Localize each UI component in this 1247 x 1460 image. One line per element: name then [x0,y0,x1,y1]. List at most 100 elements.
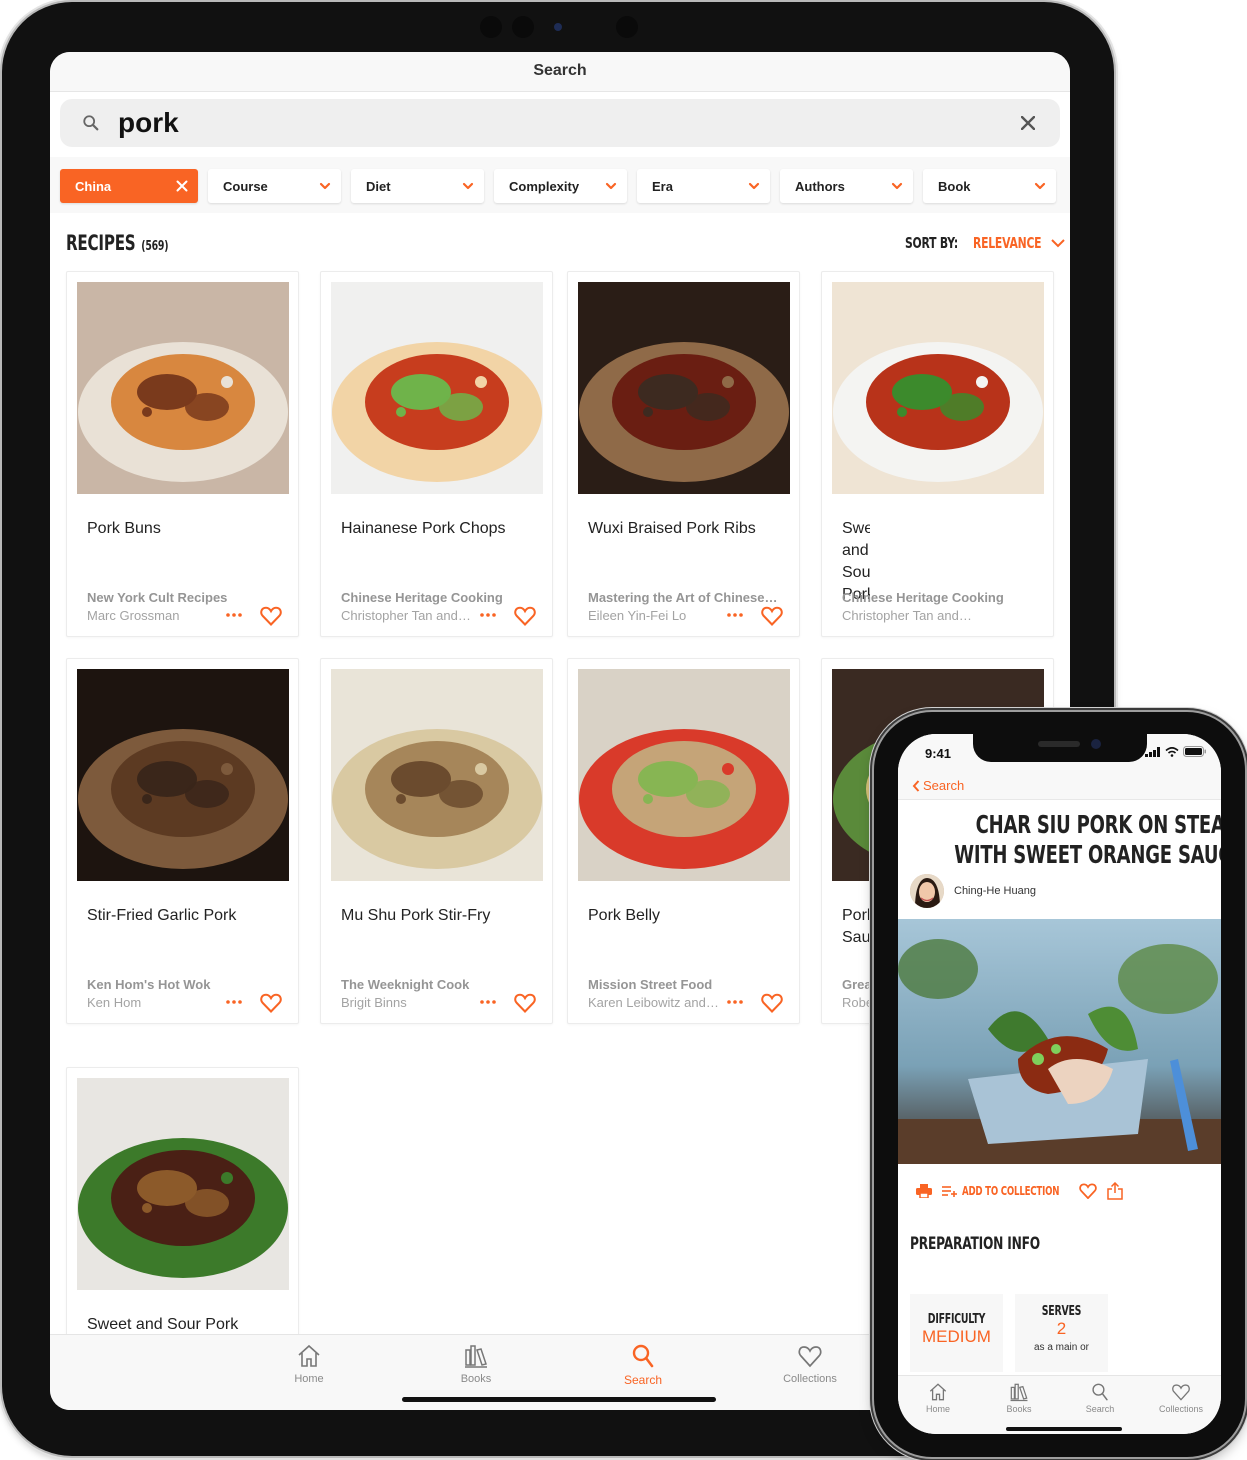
more-options-button[interactable] [479,608,497,622]
difficulty-value: MEDIUM [922,1327,991,1346]
heart-icon [260,993,282,1013]
recipe-photo [77,282,289,494]
recipe-author: Christopher Tan and … [341,608,473,623]
tab-search[interactable]: Search [1068,1382,1132,1414]
recipe-card[interactable]: Pork Belly Mission Street Food Karen Leibo… [567,658,800,1024]
add-to-collection-button[interactable]: ADD TO COLLECTION [942,1184,1069,1198]
sort-value[interactable]: RELEVANCE [973,234,1042,252]
search-bar[interactable] [60,99,1060,147]
more-options-button[interactable] [225,995,243,1009]
results-header: RECIPES (569) SORT BY: RELEVANCE [50,213,1070,273]
recipe-card[interactable]: Stir-Fried Garlic Pork Ken Hom's Hot Wok K… [66,658,299,1024]
recipe-title[interactable]: Pork Buns [87,518,287,540]
recipe-card[interactable]: Hainanese Pork Chops Chinese Heritage Coo… [320,271,553,637]
tab-home[interactable]: Home [269,1343,349,1385]
filter-dropdown-authors[interactable]: Authors [780,169,913,203]
recipe-photo [77,669,289,881]
chevron-down-icon [605,182,617,190]
home-indicator[interactable] [1006,1427,1122,1431]
recipe-author[interactable]: Ching-He Huang [910,874,1036,908]
favorite-button[interactable] [761,606,783,626]
filter-dropdown-course[interactable]: Course [208,169,341,203]
recipe-photo [331,282,543,494]
difficulty-card: DIFFICULTY MEDIUM [910,1294,1003,1372]
recipe-author: Ken Hom [87,995,142,1010]
favorite-button[interactable] [761,993,783,1013]
recipe-card[interactable]: Mu Shu Pork Stir-Fry The Weeknight Cook Br… [320,658,553,1024]
close-icon[interactable] [176,180,188,192]
tab-collections[interactable]: Collections [770,1343,850,1385]
favorite-button[interactable] [514,606,536,626]
print-icon [916,1184,932,1198]
results-title: RECIPES [66,231,136,255]
more-options-button[interactable] [225,608,243,622]
status-time: 9:41 [925,746,952,761]
status-icons [1145,746,1207,757]
tab-label: Search [623,1373,663,1387]
signal-icon [1145,746,1160,757]
sort-control[interactable]: SORT BY: RELEVANCE [905,234,1066,252]
tab-collections[interactable]: Collections [1149,1382,1213,1414]
recipe-photo [898,919,1221,1164]
filter-dropdown-complexity[interactable]: Complexity [494,169,627,203]
filter-chip-china[interactable]: China [60,169,198,203]
favorite-button[interactable] [260,993,282,1013]
more-icon [727,1000,743,1004]
nav-title: Search [50,52,1070,92]
search-input[interactable] [118,107,1016,139]
recipe-author: Christopher Tan and … [842,608,974,623]
recipe-photo [331,669,543,881]
recipe-title[interactable]: Pork Sauc [842,905,870,949]
recipe-title[interactable]: Mu Shu Pork Stir-Fry [341,905,541,927]
recipe-card[interactable]: Sweet and Sour PorkChinese Heritage Cook… [821,271,1054,637]
favorite-button[interactable] [1079,1183,1097,1199]
heart-icon [1079,1183,1097,1199]
recipe-title[interactable]: Sweet and Sour Pork [87,1314,287,1336]
recipe-card[interactable]: Pork Buns New York Cult Recipes Marc Gross… [66,271,299,637]
recipe-title[interactable]: Stir-Fried Garlic Pork [87,905,287,927]
filter-bar: China Course Diet Complexity Era Authors [50,157,1070,213]
prep-info-heading: PREPARATION INFO [910,1234,1040,1254]
ipad-sensor [512,16,534,38]
recipe-card[interactable]: Wuxi Braised Pork Ribs Mastering the Art … [567,271,800,637]
favorite-button[interactable] [514,993,536,1013]
filter-dropdown-diet[interactable]: Diet [351,169,484,203]
more-options-button[interactable] [726,995,744,1009]
tab-label: Books [1006,1404,1032,1414]
home-indicator[interactable] [402,1397,716,1402]
home-icon [929,1383,947,1401]
recipe-title[interactable]: Hainanese Pork Chops [341,518,541,540]
recipe-title[interactable]: Wuxi Braised Pork Ribs [588,518,788,540]
chevron-down-icon [462,182,474,190]
tab-home[interactable]: Home [906,1382,970,1414]
recipe-title[interactable]: Pork Belly [588,905,788,927]
share-button[interactable] [1107,1182,1123,1200]
recipe-photo [832,282,1044,494]
recipe-book: New York Cult Recipes [87,590,228,605]
avatar [910,874,944,908]
heart-icon [1172,1384,1190,1401]
add-to-collection-label: ADD TO COLLECTION [962,1184,1060,1198]
more-options-button[interactable] [479,995,497,1009]
tab-label: Search [1085,1404,1115,1414]
filter-dropdown-book[interactable]: Book [923,169,1056,203]
more-icon [480,613,496,617]
recipe-title-line-1: CHAR SIU PORK ON STEAMED PAK CHOY [975,810,1221,839]
more-options-button[interactable] [726,608,744,622]
search-icon [1092,1383,1108,1401]
chevron-down-icon [891,182,903,190]
favorite-button[interactable] [260,606,282,626]
serves-sub: as a main or [1033,1342,1090,1353]
filter-dropdown-era[interactable]: Era [637,169,770,203]
back-button[interactable]: Search [912,778,964,793]
iphone-device: 9:41 Search CHAR SIU PORK ON STEAMED PAK… [874,712,1245,1457]
print-button[interactable] [916,1184,932,1198]
recipe-book: Chinese Heritage Cooking [341,590,503,605]
notch [973,734,1147,762]
clear-search-button[interactable] [1016,111,1040,135]
tab-books[interactable]: Books [436,1343,516,1385]
difficulty-label: DIFFICULTY [927,1312,986,1327]
tab-search[interactable]: Search [603,1343,683,1387]
tab-books[interactable]: Books [987,1382,1051,1414]
heart-icon [260,606,282,626]
